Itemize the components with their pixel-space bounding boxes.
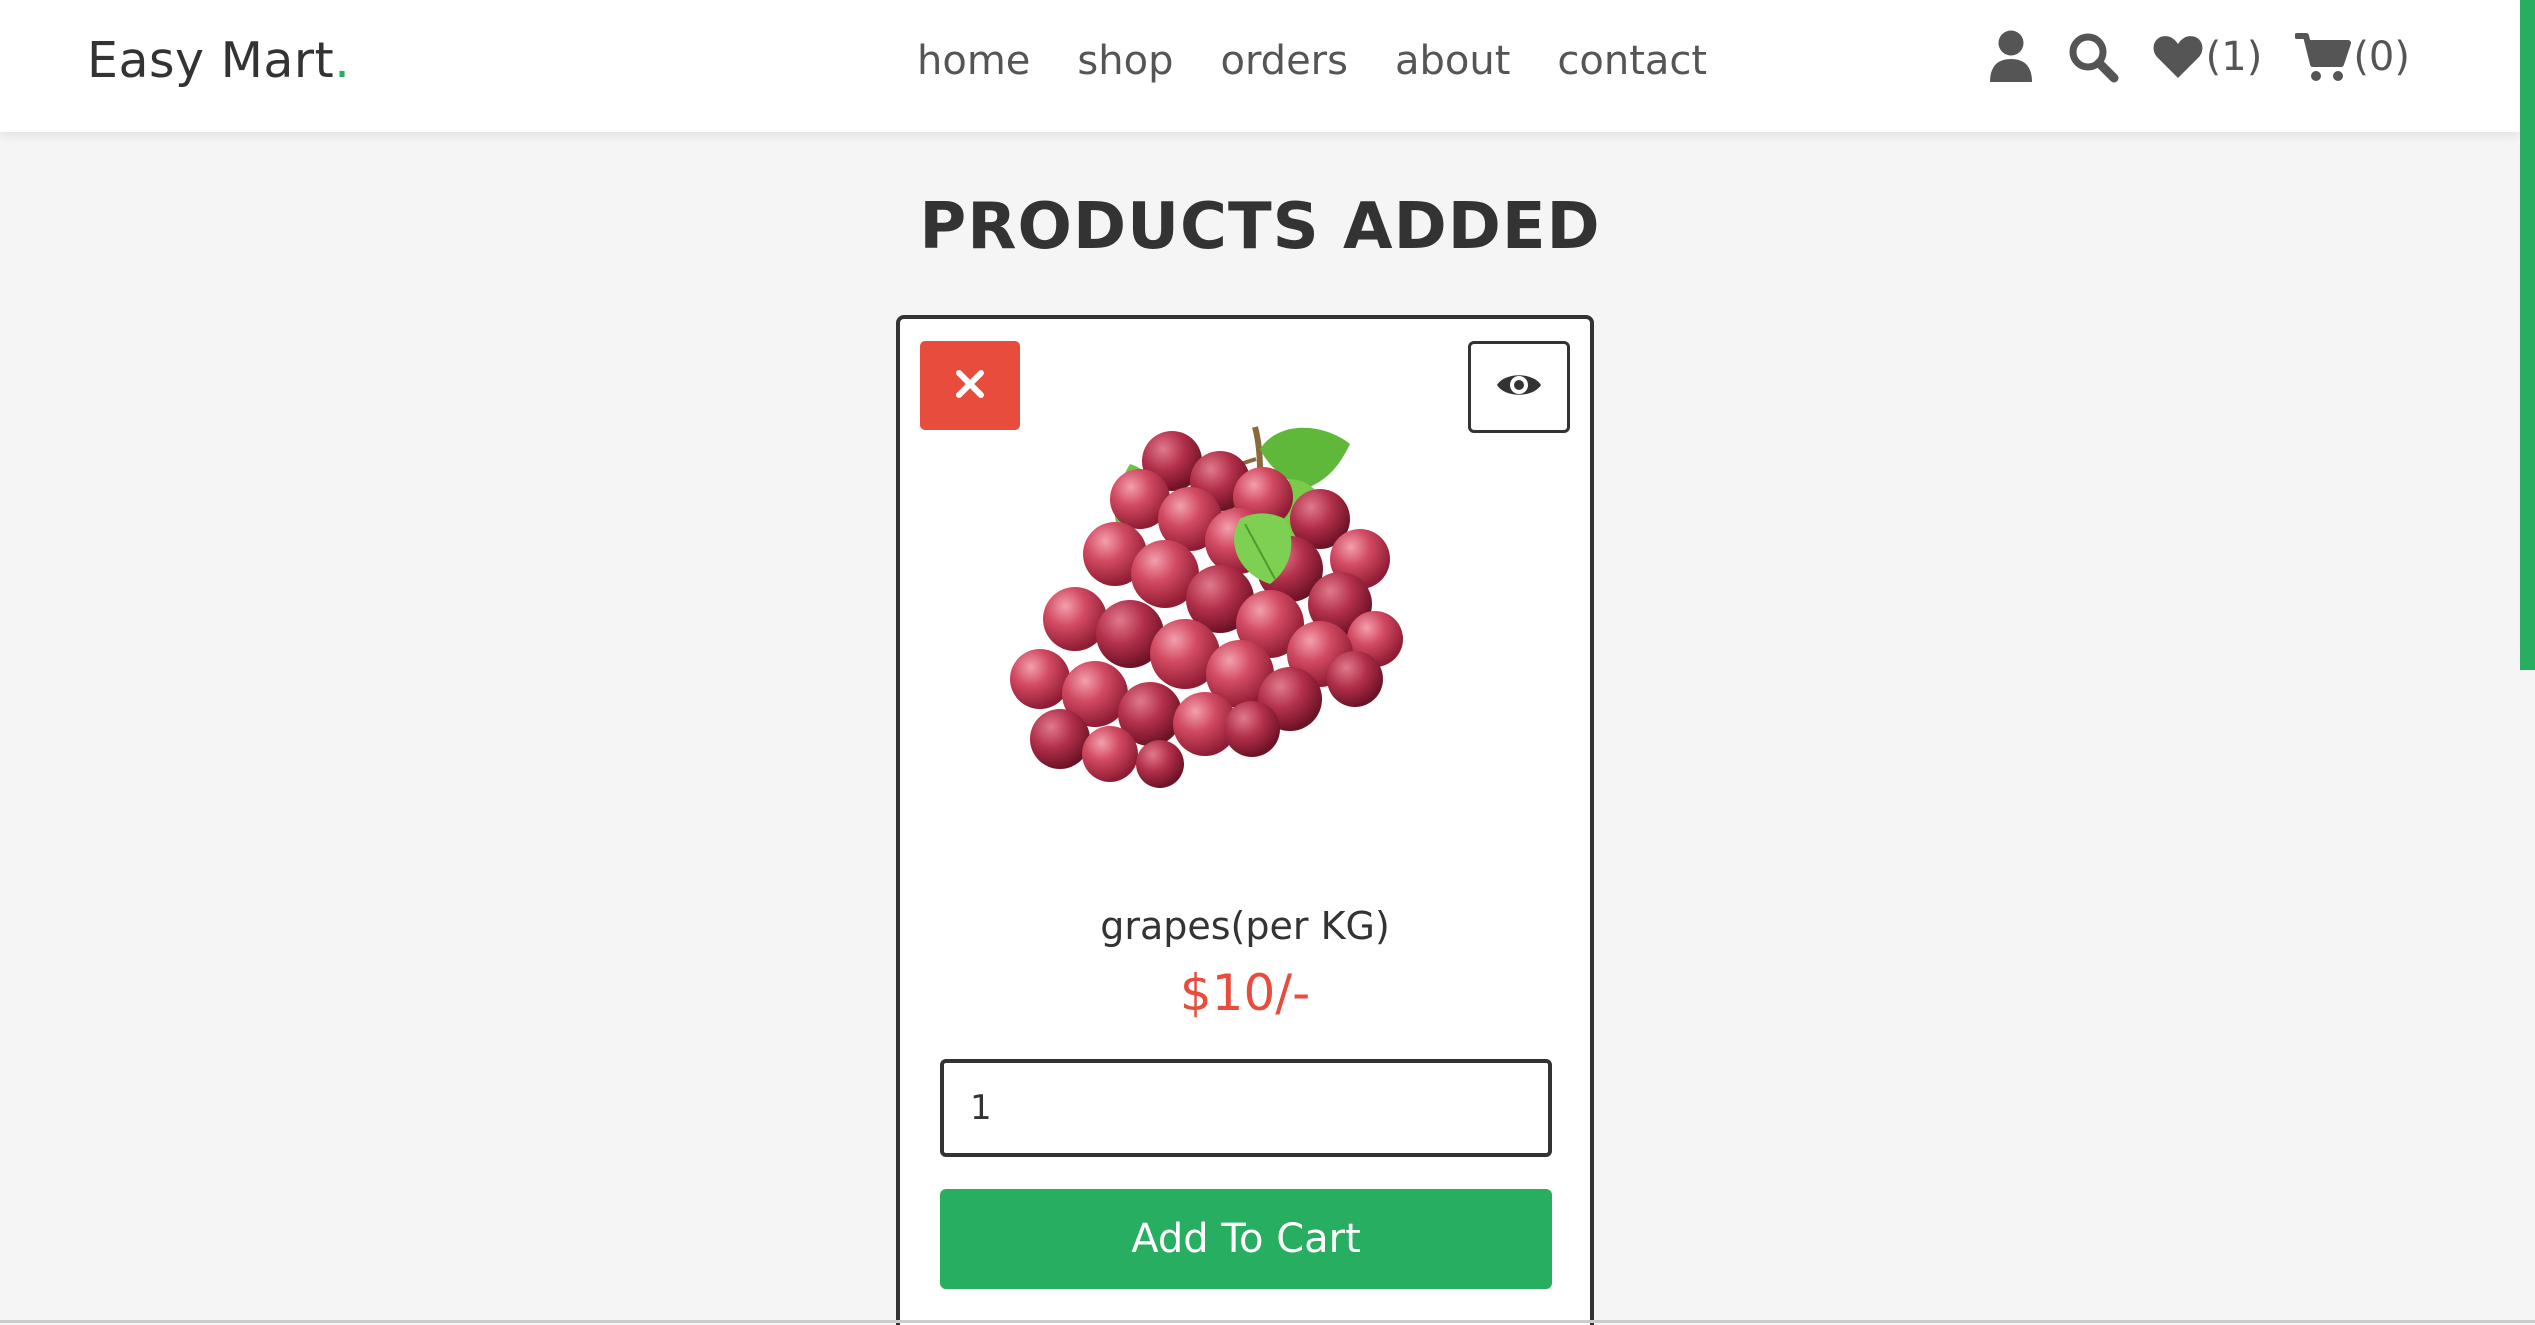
- nav-orders[interactable]: orders: [1220, 38, 1348, 84]
- quantity-input[interactable]: [940, 1059, 1552, 1157]
- product-card: grapes(per KG) $10/- Add To Cart: [896, 315, 1594, 1325]
- user-button[interactable]: [1988, 30, 2034, 84]
- logo-text: Easy Mart: [87, 32, 335, 89]
- cart-count: (0): [2353, 34, 2410, 80]
- nav-about[interactable]: about: [1395, 38, 1510, 84]
- header: Easy Mart. home shop orders about contac…: [0, 0, 2520, 132]
- product-name: grapes(per KG): [1100, 904, 1390, 948]
- heart-icon: [2152, 34, 2204, 80]
- user-icon: [1988, 30, 2034, 84]
- page-title: PRODUCTS ADDED: [919, 190, 1601, 264]
- nav-shop[interactable]: shop: [1077, 38, 1173, 84]
- add-to-cart-button[interactable]: Add To Cart: [940, 1189, 1552, 1289]
- product-image: [980, 369, 1520, 799]
- nav-home[interactable]: home: [917, 38, 1030, 84]
- wishlist-count: (1): [2205, 34, 2263, 80]
- search-button[interactable]: [2067, 31, 2119, 83]
- search-icon: [2067, 31, 2119, 83]
- logo[interactable]: Easy Mart.: [87, 32, 350, 89]
- product-price: $10/-: [1179, 964, 1311, 1022]
- scrollbar-thumb[interactable]: [2520, 0, 2535, 670]
- logo-dot: .: [334, 32, 351, 89]
- main-nav: home shop orders about contact: [917, 38, 1707, 84]
- cart-icon: [2295, 31, 2352, 83]
- header-icons: (1) (0): [1988, 30, 2410, 84]
- nav-contact[interactable]: contact: [1557, 38, 1707, 84]
- wishlist-button[interactable]: (1): [2152, 34, 2263, 80]
- cart-button[interactable]: (0): [2295, 31, 2410, 83]
